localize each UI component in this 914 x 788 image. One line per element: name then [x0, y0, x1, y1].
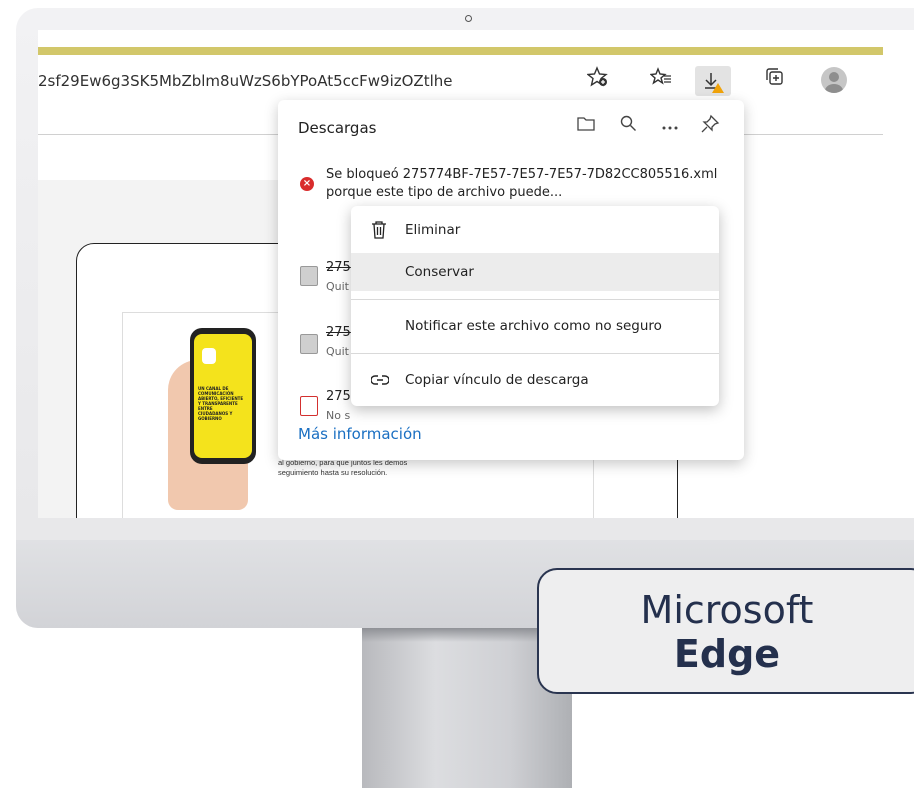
- address-bar[interactable]: 2sf29Ew6g3SK5MbZblm8uWzS6bYPoAt5ccFw9izO…: [38, 66, 618, 96]
- blocked-download-text[interactable]: Se bloqueó 275774BF-7E57-7E57-7E57-7D82C…: [326, 166, 736, 202]
- menu-separator: [351, 353, 719, 354]
- microsoft-edge-badge: Microsoft Edge: [537, 568, 914, 694]
- more-info-link[interactable]: Más información: [298, 425, 422, 443]
- badge-line-2: Edge: [673, 632, 781, 676]
- file-icon: [300, 266, 318, 286]
- search-icon[interactable]: [616, 114, 640, 138]
- menu-item-keep[interactable]: Conservar: [351, 253, 719, 291]
- document-text: al gobierno, para que juntos les demos s…: [278, 458, 407, 478]
- menu-item-copy-link[interactable]: Copiar vínculo de descarga: [351, 361, 719, 399]
- pin-icon[interactable]: [698, 114, 722, 138]
- more-icon[interactable]: [658, 114, 682, 138]
- download-name[interactable]: 275: [326, 389, 351, 404]
- document-line-2: seguimiento hasta su resolución.: [278, 468, 388, 477]
- download-name[interactable]: 275: [326, 260, 351, 275]
- favorite-add-icon[interactable]: [584, 66, 612, 96]
- pdf-file-icon: [300, 396, 318, 416]
- camera-dot: [465, 15, 472, 22]
- browser-accent-bar: [38, 47, 883, 55]
- menu-label: Eliminar: [405, 222, 461, 238]
- trash-icon: [371, 211, 387, 253]
- download-status: Quit: [326, 345, 349, 358]
- screen: 2sf29Ew6g3SK5MbZblm8uWzS6bYPoAt5ccFw9izO…: [38, 30, 914, 518]
- menu-label: Conservar: [405, 264, 474, 280]
- menu-item-report-unsafe[interactable]: Notificar este archivo como no seguro: [351, 307, 719, 345]
- app-logo: [202, 348, 216, 364]
- phone-illustration: UN CANAL DE COMUNICACIÓN ABIERTO, EFICIE…: [190, 328, 256, 464]
- download-status: No s: [326, 409, 351, 422]
- blocked-icon: ×: [300, 177, 314, 191]
- download-name[interactable]: 275: [326, 325, 351, 340]
- warning-icon: [712, 83, 724, 93]
- download-icon[interactable]: [695, 66, 731, 96]
- badge-line-1: Microsoft: [640, 588, 814, 632]
- favorites-icon[interactable]: [647, 66, 675, 96]
- profile-avatar[interactable]: [821, 67, 847, 93]
- folder-icon[interactable]: [574, 114, 598, 138]
- menu-label: Notificar este archivo como no seguro: [405, 318, 662, 334]
- menu-separator: [351, 299, 719, 300]
- link-icon: [370, 361, 390, 400]
- menu-item-delete[interactable]: Eliminar: [351, 211, 719, 249]
- menu-label: Copiar vínculo de descarga: [405, 372, 589, 388]
- download-context-menu: Eliminar Conservar Notificar este archiv…: [351, 206, 719, 406]
- file-icon: [300, 334, 318, 354]
- downloads-title: Descargas: [298, 119, 377, 137]
- collections-icon[interactable]: [761, 66, 789, 96]
- phone-screen: UN CANAL DE COMUNICACIÓN ABIERTO, EFICIE…: [194, 334, 252, 458]
- download-status: Quit: [326, 280, 349, 293]
- phone-text: UN CANAL DE COMUNICACIÓN ABIERTO, EFICIE…: [198, 386, 244, 421]
